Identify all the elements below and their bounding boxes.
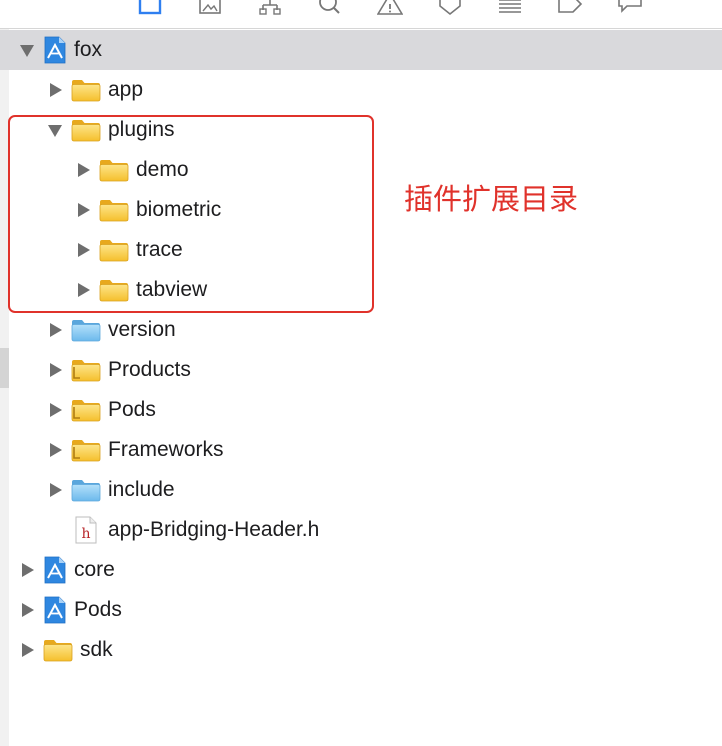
xcode-project-icon xyxy=(43,556,67,584)
tree-row-products[interactable]: Products xyxy=(47,350,191,390)
disclosure-collapsed-icon[interactable] xyxy=(47,402,63,418)
tree-label: fox xyxy=(74,38,103,61)
warning-icon[interactable] xyxy=(376,0,404,16)
no-disclosure-spacer xyxy=(47,522,63,538)
selected-row-highlight xyxy=(0,30,722,70)
disclosure-collapsed-icon[interactable] xyxy=(47,322,63,338)
tree-row-pods-group[interactable]: Pods xyxy=(47,390,156,430)
tag-icon[interactable] xyxy=(436,0,464,16)
folder-blue-icon xyxy=(71,478,101,502)
tree-row-core[interactable]: core xyxy=(19,550,115,590)
tree-label: app-Bridging-Header.h xyxy=(108,518,320,541)
tree-row-bridging-header[interactable]: app-Bridging-Header.h xyxy=(47,510,319,550)
image-icon[interactable] xyxy=(196,0,224,16)
annotation-highlight-box xyxy=(8,115,374,313)
tree-row-pods-project[interactable]: Pods xyxy=(19,590,122,630)
disclosure-collapsed-icon[interactable] xyxy=(47,362,63,378)
disclosure-collapsed-icon[interactable] xyxy=(47,82,63,98)
tree-label: Pods xyxy=(108,398,156,421)
tree-label: Pods xyxy=(74,598,122,621)
left-gutter xyxy=(0,0,9,746)
tree-row-frameworks[interactable]: Frameworks xyxy=(47,430,224,470)
header-file-icon xyxy=(71,516,101,544)
disclosure-collapsed-icon[interactable] xyxy=(19,562,35,578)
tag-outline-icon[interactable] xyxy=(556,0,584,16)
hierarchy-icon[interactable] xyxy=(256,0,284,16)
tree-label: app xyxy=(108,78,144,101)
tree-label: include xyxy=(108,478,175,501)
tree-row-sdk[interactable]: sdk xyxy=(19,630,113,670)
tree-row-app[interactable]: app xyxy=(47,70,143,110)
disclosure-collapsed-icon[interactable] xyxy=(19,602,35,618)
tree-label: Frameworks xyxy=(108,438,224,461)
folder-group-icon xyxy=(71,398,101,422)
comment-icon[interactable] xyxy=(616,0,644,16)
disclosure-collapsed-icon[interactable] xyxy=(47,482,63,498)
xcode-project-icon xyxy=(43,596,67,624)
folder-icon[interactable] xyxy=(136,0,164,16)
tree-row-include[interactable]: include xyxy=(47,470,175,510)
folder-group-icon xyxy=(71,438,101,462)
tree-label: core xyxy=(74,558,115,581)
disclosure-expanded-icon[interactable] xyxy=(19,42,35,58)
gutter-marker xyxy=(0,348,9,388)
disclosure-collapsed-icon[interactable] xyxy=(19,642,35,658)
list-icon[interactable] xyxy=(496,0,524,16)
folder-yellow-icon xyxy=(71,78,101,102)
tree-row-version[interactable]: version xyxy=(47,310,176,350)
tree-row-fox[interactable]: fox xyxy=(19,30,102,70)
folder-blue-icon xyxy=(71,318,101,342)
disclosure-collapsed-icon[interactable] xyxy=(47,442,63,458)
tree-label: sdk xyxy=(80,638,113,661)
tree-label: Products xyxy=(108,358,191,381)
search-icon[interactable] xyxy=(316,0,344,16)
annotation-text: 插件扩展目录 xyxy=(404,182,579,216)
navigator-toolbar xyxy=(0,0,722,29)
tree-label: version xyxy=(108,318,176,341)
folder-yellow-icon xyxy=(43,638,73,662)
xcode-project-icon xyxy=(43,36,67,64)
folder-group-icon xyxy=(71,358,101,382)
